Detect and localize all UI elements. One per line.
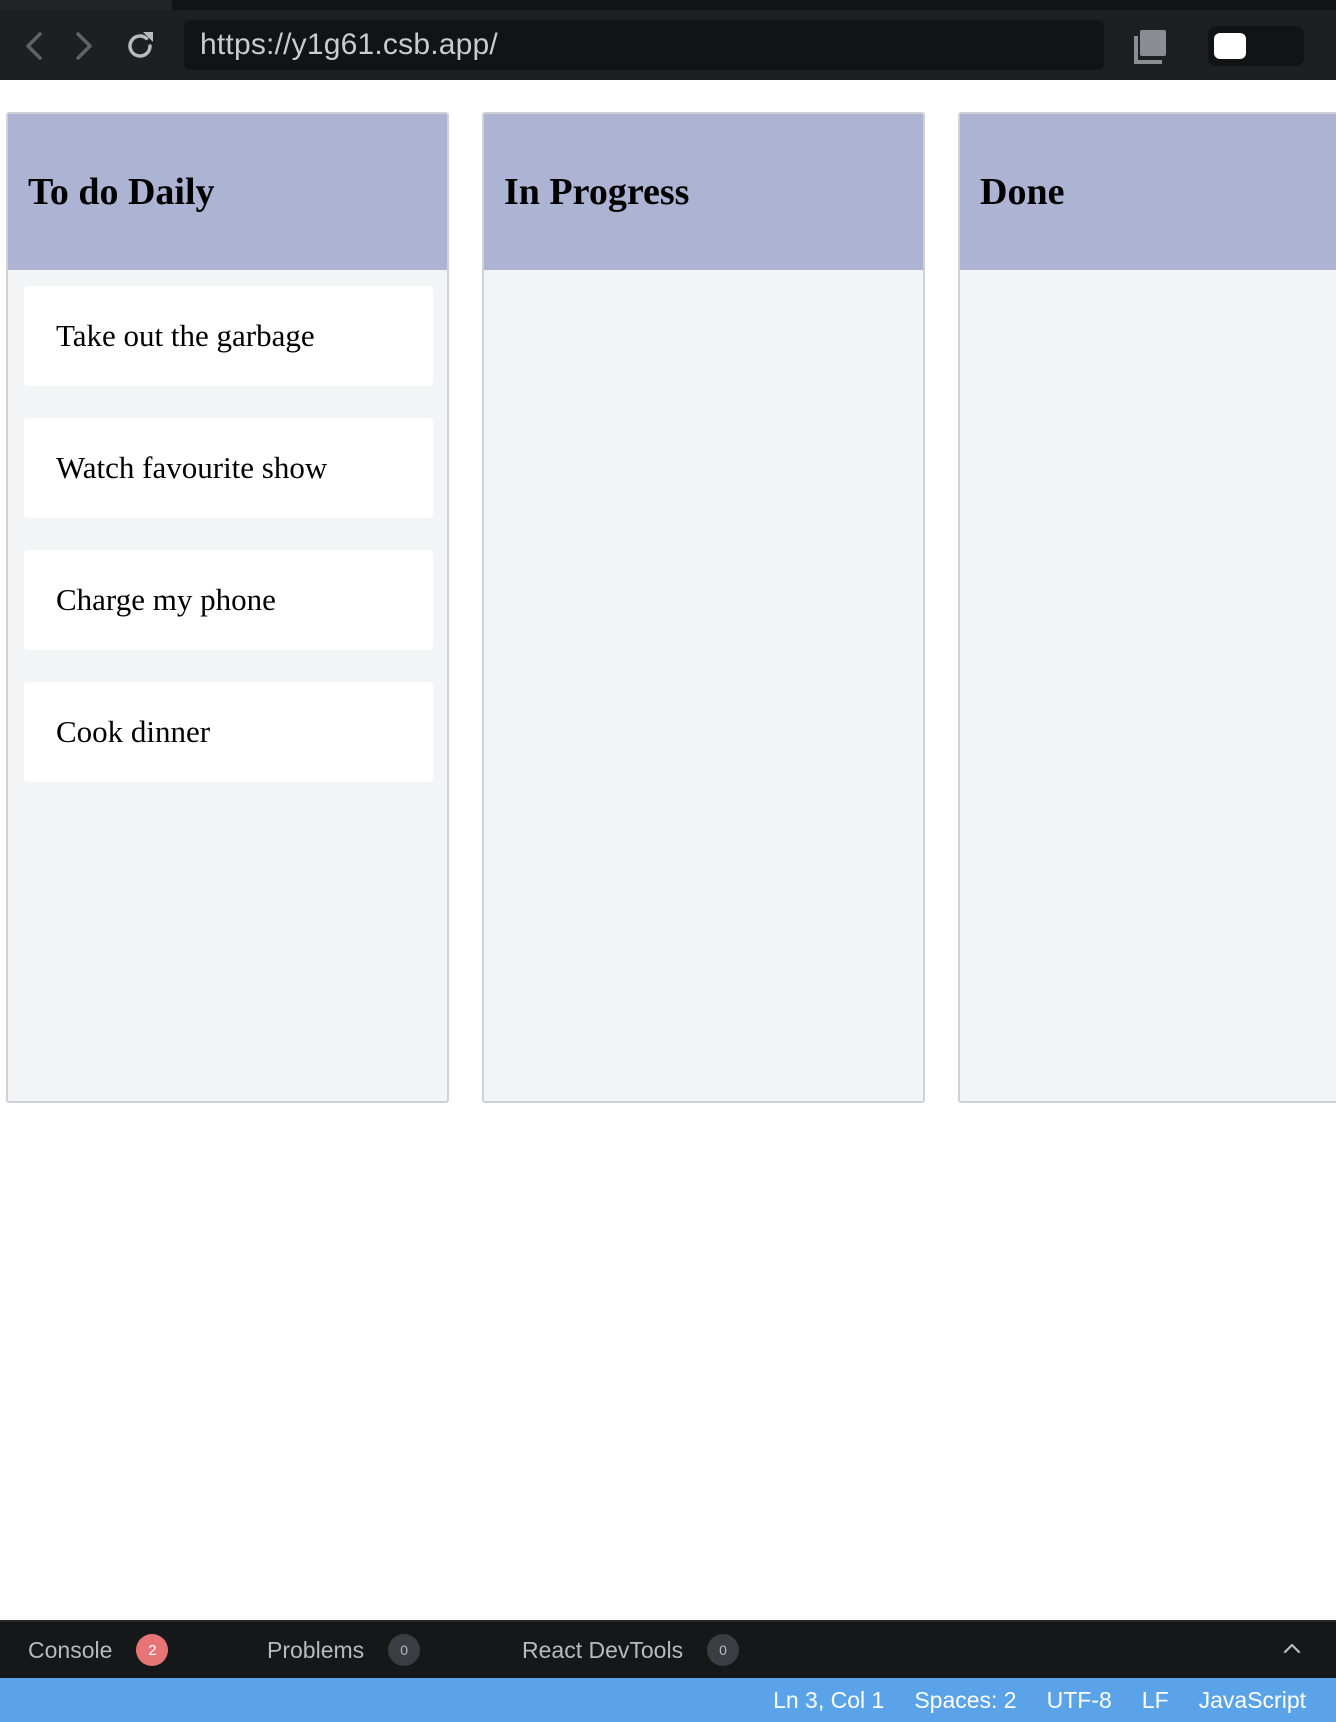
cursor-position[interactable]: Ln 3, Col 1 — [773, 1687, 884, 1714]
forward-arrow-icon — [72, 28, 96, 64]
tab-label: Console — [28, 1636, 113, 1663]
tab-react-devtools[interactable]: React DevTools 0 — [522, 1622, 740, 1678]
column-title: In Progress — [504, 171, 690, 213]
task-card-text: Watch favourite show — [56, 450, 328, 485]
column-in-progress[interactable]: In Progress — [482, 112, 925, 1103]
column-header: To do Daily — [8, 114, 447, 270]
console-count-badge: 2 — [136, 1634, 169, 1666]
column-to-do-daily: To do Daily Take out the garbage Watch f… — [6, 112, 449, 1103]
tab-problems[interactable]: Problems 0 — [267, 1622, 421, 1678]
column-header: Done — [960, 114, 1336, 270]
reload-button[interactable] — [118, 24, 162, 68]
browser-toolbar: https://y1g61.csb.app/ — [0, 0, 1336, 80]
task-card[interactable]: Cook dinner — [24, 682, 433, 782]
indentation-setting[interactable]: Spaces: 2 — [914, 1687, 1016, 1714]
chevron-up-icon — [1283, 1641, 1301, 1659]
copy-icon — [1130, 30, 1170, 70]
forward-button[interactable] — [62, 24, 106, 68]
devtools-panel: Console 2 Problems 0 React DevTools 0 — [0, 1620, 1336, 1678]
toolbar-top-strip — [0, 0, 1336, 10]
toggle-knob — [1214, 33, 1246, 59]
url-text: https://y1g61.csb.app/ — [200, 28, 498, 61]
expand-panel-button[interactable] — [1276, 1634, 1308, 1666]
task-card-text: Take out the garbage — [56, 318, 315, 353]
toolbar-tab-strip — [0, 0, 172, 10]
column-done[interactable]: Done — [958, 112, 1336, 1103]
task-card[interactable]: Take out the garbage — [24, 286, 433, 386]
file-encoding[interactable]: UTF-8 — [1047, 1687, 1112, 1714]
copy-url-button[interactable] — [1130, 26, 1170, 66]
line-ending[interactable]: LF — [1142, 1687, 1169, 1714]
task-card[interactable]: Watch favourite show — [24, 418, 433, 518]
react-devtools-count-badge: 0 — [707, 1634, 740, 1666]
card-list: Take out the garbage Watch favourite sho… — [8, 270, 447, 782]
column-header: In Progress — [484, 114, 923, 270]
reload-icon — [122, 28, 158, 64]
address-bar[interactable]: https://y1g61.csb.app/ — [184, 20, 1104, 70]
language-mode[interactable]: JavaScript — [1199, 1687, 1306, 1714]
tab-label: React DevTools — [522, 1636, 684, 1663]
back-button[interactable] — [12, 24, 56, 68]
column-title: Done — [980, 171, 1065, 213]
task-card-text: Charge my phone — [56, 582, 276, 617]
back-arrow-icon — [22, 28, 46, 64]
theme-toggle[interactable] — [1208, 26, 1304, 66]
column-title: To do Daily — [28, 171, 215, 213]
task-card[interactable]: Charge my phone — [24, 550, 433, 650]
tab-label: Problems — [267, 1636, 365, 1663]
problems-count-badge: 0 — [388, 1634, 421, 1666]
status-bar: Ln 3, Col 1 Spaces: 2 UTF-8 LF JavaScrip… — [0, 1678, 1336, 1722]
task-card-text: Cook dinner — [56, 714, 211, 749]
tab-console[interactable]: Console 2 — [28, 1622, 169, 1678]
